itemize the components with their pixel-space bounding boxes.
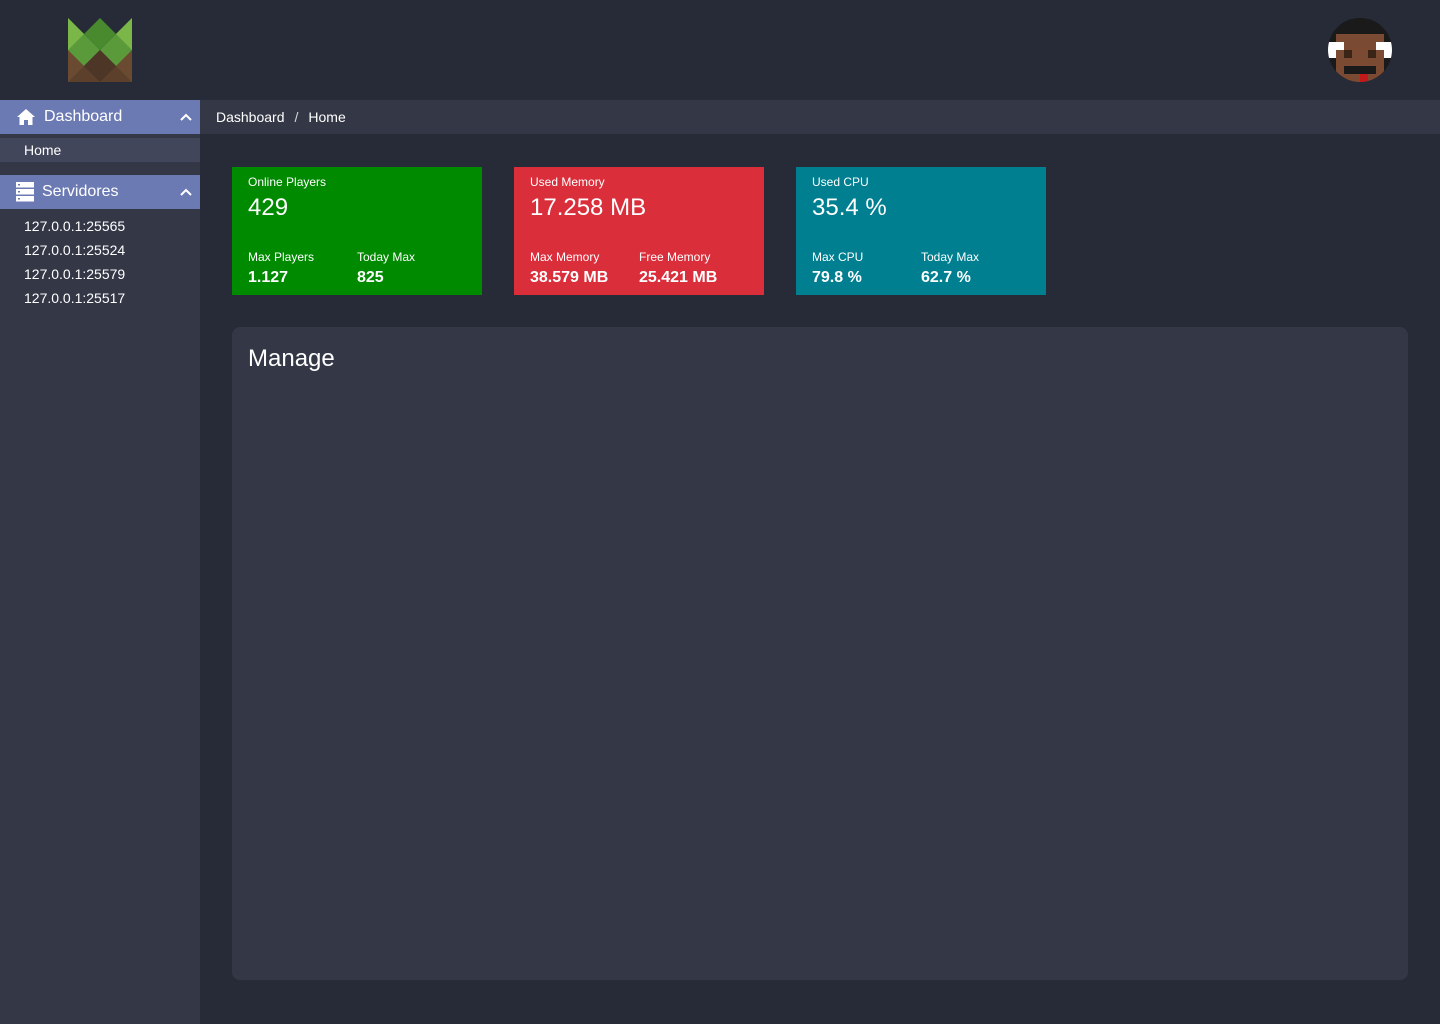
- server-address: 127.0.0.1:25565: [24, 218, 126, 234]
- chevron-up-icon[interactable]: [178, 109, 194, 125]
- card-sub-label: Today Max: [921, 250, 980, 264]
- breadcrumb-current: Home: [308, 109, 346, 125]
- sidebar-item-server[interactable]: 127.0.0.1:25579: [0, 262, 200, 286]
- card-sub-value: 38.579 MB: [530, 269, 609, 286]
- card-title: Used Memory: [530, 175, 605, 189]
- manage-panel: Manage: [232, 327, 1408, 980]
- breadcrumb: Dashboard / Home: [200, 100, 1440, 134]
- card-value: 35.4 %: [812, 194, 887, 221]
- card-sub-value: 79.8 %: [812, 269, 862, 286]
- server-address: 127.0.0.1:25579: [24, 266, 126, 282]
- online-players-card: Online Players 429 Max Players 1.127 Tod…: [232, 167, 482, 295]
- used-cpu-card: Used CPU 35.4 % Max CPU 79.8 % Today Max…: [796, 167, 1046, 295]
- chevron-up-icon[interactable]: [178, 184, 194, 200]
- card-sub-value: 1.127: [248, 269, 289, 286]
- card-sub-value: 825: [357, 269, 384, 286]
- server-icon: [16, 182, 34, 202]
- card-sub-label: Max Memory: [530, 250, 600, 264]
- card-sub-label: Free Memory: [639, 250, 711, 264]
- card-sub-label: Max Players: [248, 250, 315, 264]
- card-title: Used CPU: [812, 175, 869, 189]
- sidebar-section-dashboard[interactable]: Dashboard: [0, 100, 200, 134]
- m-logo-icon[interactable]: [68, 18, 132, 82]
- home-icon: [17, 109, 35, 125]
- card-sub-label: Today Max: [357, 250, 416, 264]
- card-sub-value: 62.7 %: [921, 269, 971, 286]
- manage-title: Manage: [248, 345, 335, 372]
- avatar[interactable]: [1328, 18, 1392, 82]
- sidebar: Dashboard Home Servidores 127.0.0.1:2556…: [0, 100, 200, 1024]
- used-memory-card: Used Memory 17.258 MB Max Memory 38.579 …: [514, 167, 764, 295]
- sidebar-section-label: Servidores: [42, 183, 119, 200]
- sidebar-item-server[interactable]: 127.0.0.1:25524: [0, 238, 200, 262]
- server-list: 127.0.0.1:25565 127.0.0.1:25524 127.0.0.…: [0, 209, 200, 310]
- sidebar-section-label: Dashboard: [44, 108, 123, 125]
- card-sub-label: Max CPU: [812, 250, 864, 264]
- sidebar-item-server[interactable]: 127.0.0.1:25517: [0, 286, 200, 310]
- card-sub-value: 25.421 MB: [639, 269, 718, 286]
- sidebar-item-home[interactable]: Home: [0, 138, 200, 162]
- player-avatar-icon: [1328, 18, 1392, 82]
- sidebar-item-server[interactable]: 127.0.0.1:25565: [0, 214, 200, 238]
- card-title: Online Players: [248, 175, 327, 189]
- sidebar-section-servers[interactable]: Servidores: [0, 175, 200, 209]
- card-value: 17.258 MB: [530, 194, 647, 221]
- server-address: 127.0.0.1:25517: [24, 290, 126, 306]
- breadcrumb-separator: /: [294, 109, 299, 125]
- server-address: 127.0.0.1:25524: [24, 242, 126, 258]
- breadcrumb-root[interactable]: Dashboard: [216, 109, 285, 125]
- sidebar-item-label: Home: [24, 142, 62, 158]
- top-bar: [0, 0, 1440, 100]
- card-value: 429: [248, 194, 289, 221]
